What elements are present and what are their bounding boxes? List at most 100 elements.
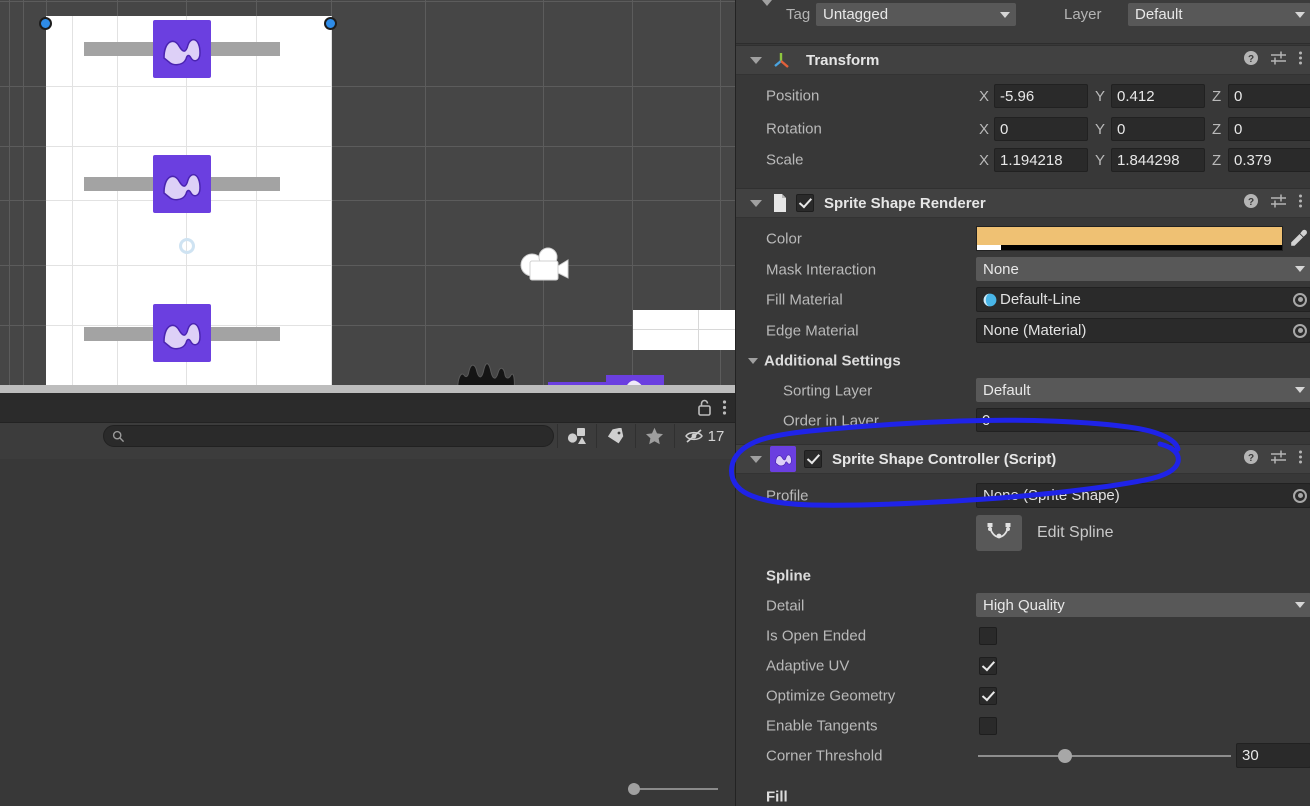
- position-z-field[interactable]: 0: [1228, 84, 1310, 108]
- is-open-ended-checkbox[interactable]: [979, 627, 997, 645]
- help-icon[interactable]: ?: [1243, 50, 1259, 71]
- mask-interaction-value: None: [983, 260, 1019, 278]
- chevron-down-icon: [1295, 11, 1305, 18]
- scene-grid-line: [425, 0, 426, 393]
- help-icon[interactable]: ?: [1243, 193, 1259, 214]
- sprite-shape-node-icon[interactable]: [153, 155, 211, 213]
- zoom-slider[interactable]: [628, 783, 718, 795]
- presets-icon[interactable]: [1270, 449, 1287, 470]
- layer-dropdown[interactable]: Default: [1128, 3, 1310, 26]
- spline-section-label: Spline: [766, 567, 812, 585]
- presets-icon[interactable]: [1270, 193, 1287, 214]
- lock-icon[interactable]: [697, 399, 712, 421]
- scale-y-field[interactable]: 1.844298: [1111, 148, 1205, 172]
- svg-text:?: ?: [1248, 54, 1254, 65]
- optimize-geometry-checkbox[interactable]: [979, 687, 997, 705]
- position-x-field[interactable]: -5.96: [994, 84, 1088, 108]
- tag-filter-button[interactable]: [596, 424, 634, 448]
- rotation-z-field[interactable]: 0: [1228, 117, 1310, 141]
- sprite-shape-node-icon[interactable]: [153, 20, 211, 78]
- chevron-down-icon[interactable]: [762, 0, 772, 6]
- hidden-objects-button[interactable]: 17: [674, 424, 734, 448]
- order-in-layer-field[interactable]: 0: [976, 408, 1310, 432]
- color-swatch[interactable]: [976, 226, 1283, 251]
- rotation-x-value: 0: [1000, 120, 1009, 138]
- axis-x-label: X: [979, 121, 990, 138]
- sprite-shape-controller-enabled-checkbox[interactable]: [804, 450, 822, 468]
- unity-editor-window: 17 Tag Untagged Layer Default Transform …: [0, 0, 1310, 806]
- scale-label: Scale: [766, 151, 804, 169]
- tag-dropdown[interactable]: Untagged: [816, 3, 1016, 26]
- sorting-layer-value: Default: [983, 381, 1031, 399]
- rotation-z-value: 0: [1234, 120, 1243, 138]
- search-input[interactable]: [103, 425, 554, 447]
- fill-material-field[interactable]: Default-Line: [976, 287, 1310, 312]
- chevron-down-icon[interactable]: [750, 455, 762, 463]
- kebab-menu-icon[interactable]: [1298, 449, 1303, 470]
- scale-z-value: 0.379: [1234, 151, 1272, 169]
- sprite-grid-line: [46, 265, 332, 266]
- position-y-field[interactable]: 0.412: [1111, 84, 1205, 108]
- help-icon[interactable]: ?: [1243, 449, 1259, 470]
- profile-row: Profile None (Sprite Shape): [736, 481, 1310, 511]
- scene-view[interactable]: [0, 0, 735, 393]
- sprite-shape-node-icon[interactable]: [153, 304, 211, 362]
- object-picker-icon[interactable]: [1293, 323, 1307, 338]
- corner-threshold-field[interactable]: 30: [1236, 743, 1310, 768]
- search-input-field[interactable]: [129, 429, 529, 443]
- fill-material-row: Fill Material Default-Line: [736, 285, 1310, 315]
- sprite-shape-renderer-enabled-checkbox[interactable]: [796, 194, 814, 212]
- corner-threshold-slider-track[interactable]: [978, 755, 1231, 757]
- search-icon: [112, 430, 125, 443]
- sprite-shape-script-icon: [770, 446, 796, 472]
- mask-interaction-dropdown[interactable]: None: [976, 257, 1310, 281]
- rotation-x-field[interactable]: 0: [994, 117, 1088, 141]
- corner-threshold-row: Corner Threshold 30: [736, 741, 1310, 771]
- profile-field[interactable]: None (Sprite Shape): [976, 483, 1310, 508]
- kebab-menu-icon[interactable]: [1298, 193, 1303, 214]
- adaptive-uv-row: Adaptive UV: [736, 651, 1310, 681]
- rotation-y-field[interactable]: 0: [1111, 117, 1205, 141]
- color-swatch-fill: [977, 227, 1282, 245]
- corner-threshold-slider-knob[interactable]: [1058, 749, 1072, 763]
- platform-tile[interactable]: [633, 310, 735, 350]
- zoom-slider-track: [636, 788, 718, 790]
- sprite-shape-controller-header[interactable]: Sprite Shape Controller (Script) ?: [736, 444, 1310, 474]
- detail-dropdown[interactable]: High Quality: [976, 593, 1310, 617]
- rotation-label: Rotation: [766, 120, 822, 138]
- chevron-down-icon[interactable]: [750, 199, 762, 207]
- chevron-down-icon[interactable]: [748, 358, 758, 364]
- object-picker-icon[interactable]: [1293, 488, 1307, 503]
- edit-spline-button[interactable]: [976, 515, 1022, 551]
- camera-gizmo[interactable]: [518, 246, 574, 293]
- sprite-filter-button[interactable]: [557, 424, 595, 448]
- transform-component-header[interactable]: Transform ?: [736, 45, 1310, 75]
- scale-z-field[interactable]: 0.379: [1228, 148, 1310, 172]
- fill-section-label: Fill: [766, 788, 788, 806]
- kebab-menu-icon[interactable]: [1298, 50, 1303, 71]
- presets-icon[interactable]: [1270, 50, 1287, 71]
- pivot-handle[interactable]: [179, 238, 195, 254]
- object-picker-icon[interactable]: [1293, 292, 1307, 307]
- enable-tangents-checkbox[interactable]: [979, 717, 997, 735]
- enable-tangents-label: Enable Tangents: [766, 717, 878, 735]
- favorite-star-icon: [646, 427, 663, 445]
- favorite-star-button[interactable]: [635, 424, 673, 448]
- kebab-menu-icon[interactable]: [722, 399, 727, 421]
- sorting-layer-dropdown[interactable]: Default: [976, 378, 1310, 402]
- spline-control-point[interactable]: [39, 17, 52, 30]
- adaptive-uv-checkbox[interactable]: [979, 657, 997, 675]
- eyedropper-icon[interactable]: [1289, 229, 1308, 253]
- spline-control-point[interactable]: [324, 17, 337, 30]
- panel-content-area[interactable]: [0, 459, 735, 806]
- svg-text:?: ?: [1248, 197, 1254, 208]
- sprite-shape-renderer-header[interactable]: Sprite Shape Renderer ?: [736, 188, 1310, 218]
- zoom-slider-knob[interactable]: [628, 783, 640, 795]
- chevron-down-icon[interactable]: [750, 56, 762, 64]
- enable-tangents-row: Enable Tangents: [736, 711, 1310, 741]
- scale-x-field[interactable]: 1.194218: [994, 148, 1088, 172]
- edge-material-field[interactable]: None (Material): [976, 318, 1310, 343]
- layer-label: Layer: [1064, 6, 1102, 23]
- axis-z-label: Z: [1212, 121, 1222, 138]
- additional-settings-row[interactable]: Additional Settings: [736, 346, 1310, 376]
